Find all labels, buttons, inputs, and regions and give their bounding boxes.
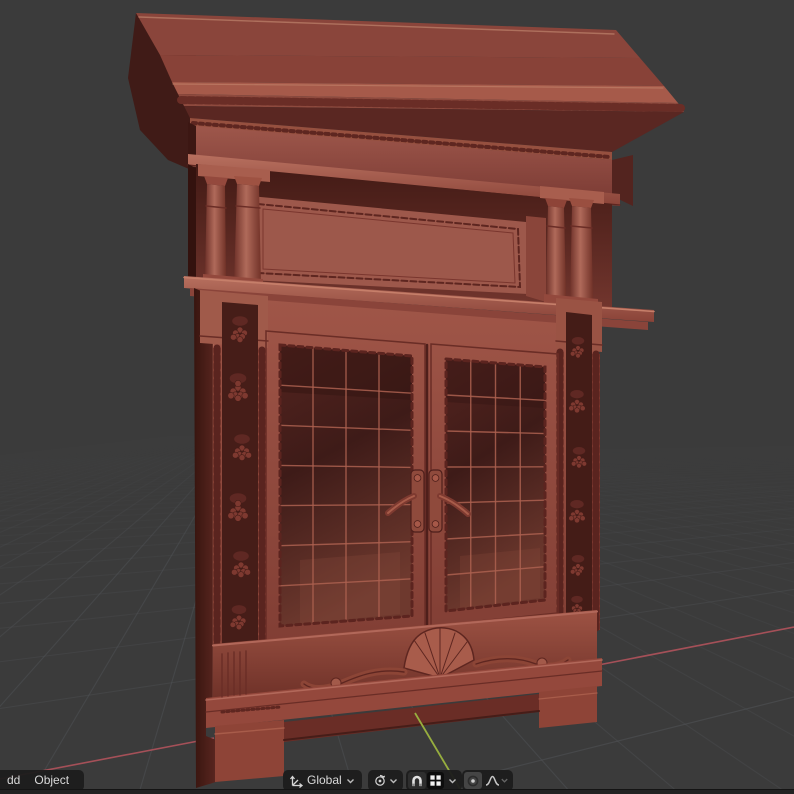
chevron-down-icon — [449, 778, 456, 783]
menu-object[interactable]: Object — [27, 770, 76, 791]
pivot-point-icon — [375, 774, 386, 786]
pivot-point-dropdown[interactable] — [368, 770, 403, 791]
proportional-editing-controls — [462, 770, 513, 791]
x-axis-line — [587, 626, 794, 668]
chevron-down-icon — [390, 778, 397, 783]
falloff-curve-icon — [485, 775, 500, 786]
transform-orientation-dropdown[interactable]: Global — [283, 770, 362, 791]
chevron-down-icon — [501, 778, 508, 783]
proportional-editing-toggle[interactable] — [464, 772, 482, 789]
cabinet-model[interactable] — [128, 13, 685, 788]
viewport-3d[interactable] — [0, 0, 794, 794]
transform-orientation-value: Global — [307, 773, 342, 787]
glass-doors[interactable] — [265, 330, 559, 643]
proportional-falloff-dropdown[interactable] — [483, 772, 511, 789]
snapping-controls — [406, 770, 462, 791]
snap-magnet-icon — [412, 775, 422, 786]
transform-orientation-axes-icon — [289, 774, 304, 788]
blender-window: { "header": { "menus": [ { "label": "dd"… — [0, 0, 794, 794]
proportional-editing-circle-icon — [467, 775, 479, 786]
chevron-down-icon — [346, 778, 354, 783]
menu-add[interactable]: dd — [0, 770, 27, 791]
snap-toggle[interactable] — [408, 772, 426, 789]
viewport-menu-bar: dd Object — [0, 770, 85, 791]
snap-target-button[interactable] — [427, 772, 444, 789]
snapping-dropdown[interactable] — [445, 772, 460, 789]
snap-target-grid-icon — [430, 775, 441, 786]
editor-divider — [0, 789, 794, 794]
